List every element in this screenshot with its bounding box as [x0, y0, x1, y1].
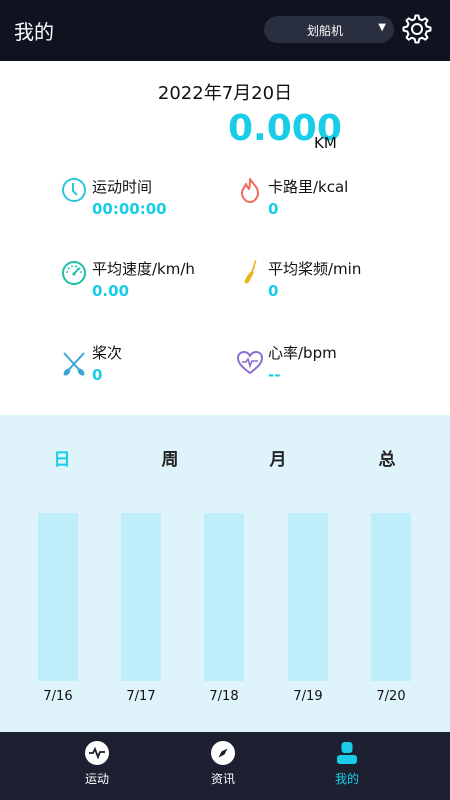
user-icon — [337, 742, 357, 764]
crossed-oars-icon — [63, 352, 85, 376]
paddle-icon — [244, 260, 257, 284]
nav-label-exercise: 运动 — [84, 772, 109, 786]
chart-x-label: 7/19 — [293, 689, 323, 704]
gear-icon[interactable] — [401, 13, 433, 45]
chart-x-label: 7/16 — [43, 689, 73, 704]
nav-label-mine: 我的 — [334, 772, 359, 786]
nav-item-mine[interactable]: 我的 — [302, 732, 392, 800]
stat-heart-rate-value: -- — [268, 366, 281, 384]
tab-day[interactable]: 日 — [32, 445, 92, 470]
history-panel: 日 周 月 总 7/16 7/17 7/18 7/19 7/20 — [0, 415, 450, 732]
chart-bar — [121, 513, 161, 681]
stat-stroke-rate-value: 0 — [268, 282, 279, 300]
clock-icon — [62, 178, 86, 202]
chart-x-label: 7/18 — [209, 689, 239, 704]
stat-avg-speed-value: 0.00 — [92, 282, 130, 300]
nav-item-news[interactable]: 资讯 — [178, 732, 268, 800]
date-label: 2022年7月20日 — [157, 83, 293, 104]
compass-icon — [211, 741, 235, 765]
stat-calories-value: 0 — [268, 200, 279, 218]
chart-bar — [38, 513, 78, 681]
stat-duration-label: 运动时间 — [92, 178, 153, 196]
flame-icon — [241, 178, 259, 203]
stat-strokes-value: 0 — [92, 366, 103, 384]
chart-bar — [371, 513, 411, 681]
device-select-value: 划船机 — [306, 24, 343, 38]
tab-total[interactable]: 总 — [357, 445, 417, 470]
tab-month[interactable]: 月 — [248, 445, 308, 470]
stat-stroke-rate-label: 平均桨频/min — [268, 260, 362, 278]
chart-x-label: 7/20 — [376, 689, 406, 704]
activity-icon — [85, 741, 109, 765]
bottom-nav: 运动 资讯 我的 — [0, 732, 450, 800]
tab-week[interactable]: 周 — [140, 445, 200, 470]
nav-label-news: 资讯 — [210, 772, 235, 786]
speedometer-icon — [62, 261, 86, 285]
stat-calories-label: 卡路里/kcal — [268, 178, 349, 196]
app-header: 我的 划船机 ▼ — [0, 0, 450, 61]
chart-x-label: 7/17 — [126, 689, 156, 704]
chart-bar — [288, 513, 328, 681]
heart-pulse-icon — [237, 351, 263, 374]
chart-bar — [204, 513, 244, 681]
stat-strokes-label: 桨次 — [92, 344, 123, 362]
page-title: 我的 — [14, 20, 54, 44]
nav-item-exercise[interactable]: 运动 — [52, 732, 142, 800]
distance-unit: KM — [314, 134, 337, 152]
stat-heart-rate-label: 心率/bpm — [268, 344, 337, 362]
device-select[interactable]: 划船机 ▼ — [264, 16, 394, 43]
stat-duration-value: 00:00:00 — [92, 200, 167, 218]
stat-avg-speed-label: 平均速度/km/h — [92, 260, 195, 278]
caret-down-icon: ▼ — [378, 22, 386, 33]
